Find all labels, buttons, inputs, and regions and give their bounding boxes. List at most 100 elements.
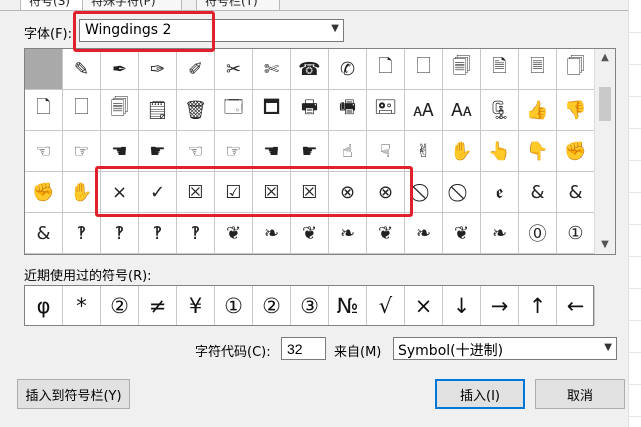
symbol-cell[interactable]: 👇 bbox=[519, 131, 557, 172]
recent-symbol-cell[interactable]: * bbox=[63, 286, 101, 325]
recent-symbol-cell[interactable]: → bbox=[481, 286, 519, 325]
symbol-cell[interactable]: ‽ bbox=[139, 213, 177, 254]
recent-symbol-cell[interactable]: ② bbox=[101, 286, 139, 325]
symbol-cell[interactable]: ① bbox=[557, 213, 595, 254]
insert-to-symbol-bar-button[interactable]: 插入到符号栏(Y) bbox=[17, 379, 130, 409]
from-select[interactable]: Symbol(十进制) ▼ bbox=[393, 337, 617, 360]
symbol-cell[interactable]: ❦ bbox=[291, 213, 329, 254]
chevron-down-icon[interactable]: ▼ bbox=[604, 342, 612, 353]
symbol-cell[interactable]: 🗔 bbox=[215, 90, 253, 131]
symbol-cell[interactable]: ⃠ bbox=[405, 172, 443, 213]
scroll-up-icon[interactable]: ▲ bbox=[595, 49, 615, 67]
symbol-cell[interactable]: ‽ bbox=[177, 213, 215, 254]
symbol-cell[interactable]: 🗎 bbox=[481, 49, 519, 90]
symbol-cell[interactable]: ⃠ bbox=[443, 172, 481, 213]
symbol-cell[interactable]: 🖶 bbox=[291, 90, 329, 131]
symbol-cell[interactable]: ☑ bbox=[215, 172, 253, 213]
symbol-cell[interactable]: ꬲ bbox=[481, 172, 519, 213]
symbol-cell[interactable]: ✒ bbox=[101, 49, 139, 90]
symbol-cell[interactable]: ✆ bbox=[329, 49, 367, 90]
symbol-cell[interactable] bbox=[25, 49, 63, 90]
symbol-cell[interactable]: 🗐 bbox=[443, 49, 481, 90]
cancel-button[interactable]: 取消 bbox=[535, 379, 625, 409]
tab-special-characters[interactable]: 特殊字符(P) bbox=[82, 0, 182, 10]
symbol-cell[interactable]: ✋ bbox=[443, 131, 481, 172]
symbol-cell[interactable]: ☚ bbox=[253, 131, 291, 172]
symbol-cell[interactable]: ❦ bbox=[215, 213, 253, 254]
symbol-cell[interactable]: ☚ bbox=[101, 131, 139, 172]
symbol-cell[interactable]: ☎ bbox=[291, 49, 329, 90]
symbol-cell[interactable]: ❧ bbox=[481, 213, 519, 254]
symbol-cell[interactable]: 🗌 bbox=[63, 90, 101, 131]
symbol-cell[interactable]: 🗋 bbox=[367, 49, 405, 90]
symbol-cell[interactable]: 🖷 bbox=[329, 90, 367, 131]
symbol-cell[interactable]: ❧ bbox=[405, 213, 443, 254]
char-code-input[interactable] bbox=[281, 337, 326, 360]
symbol-cell[interactable]: 🗑 bbox=[177, 90, 215, 131]
recent-symbol-cell[interactable]: ← bbox=[557, 286, 595, 325]
insert-button[interactable]: 插入(I) bbox=[435, 379, 525, 409]
symbol-cell[interactable]: 🗛 bbox=[443, 90, 481, 131]
tab-symbol-bar[interactable]: 符号栏(T) bbox=[196, 0, 280, 10]
symbol-cell[interactable]: 🗜 bbox=[481, 90, 519, 131]
symbol-cell[interactable]: ☛ bbox=[139, 131, 177, 172]
recent-symbol-cell[interactable]: ≠ bbox=[139, 286, 177, 325]
recent-symbol-cell[interactable]: ↑ bbox=[519, 286, 557, 325]
symbol-cell[interactable]: ❦ bbox=[367, 213, 405, 254]
symbol-cell[interactable]: & bbox=[519, 172, 557, 213]
symbol-cell[interactable]: ⊗ bbox=[367, 172, 405, 213]
symbol-cell[interactable]: 🗋 bbox=[25, 90, 63, 131]
symbol-cell[interactable]: ✊ bbox=[25, 172, 63, 213]
scroll-thumb[interactable] bbox=[599, 87, 611, 121]
font-select[interactable]: Wingdings 2 ▼ bbox=[79, 19, 344, 42]
symbol-cell[interactable]: ☛ bbox=[291, 131, 329, 172]
recent-symbol-cell[interactable]: √ bbox=[367, 286, 405, 325]
symbol-cell[interactable]: ❧ bbox=[329, 213, 367, 254]
symbol-cell[interactable]: ⓪ bbox=[519, 213, 557, 254]
symbol-cell[interactable]: ☒ bbox=[253, 172, 291, 213]
symbol-grid-scrollbar[interactable]: ▲ ▼ bbox=[594, 49, 615, 254]
symbol-cell[interactable]: ‽ bbox=[63, 213, 101, 254]
symbol-cell[interactable]: ‽ bbox=[101, 213, 139, 254]
symbol-cell[interactable]: & bbox=[25, 213, 63, 254]
recent-symbol-cell[interactable]: № bbox=[329, 286, 367, 325]
tab-symbols[interactable]: 符号(S) bbox=[20, 0, 86, 10]
symbol-cell[interactable]: 🗒 bbox=[139, 90, 177, 131]
recent-symbol-cell[interactable]: ¥ bbox=[177, 286, 215, 325]
symbol-cell[interactable]: ⊗ bbox=[329, 172, 367, 213]
symbol-cell[interactable]: 🗌 bbox=[405, 49, 443, 90]
symbol-cell[interactable]: ✑ bbox=[139, 49, 177, 90]
symbol-cell[interactable]: 🗚 bbox=[405, 90, 443, 131]
symbol-cell[interactable]: & bbox=[557, 172, 595, 213]
recent-symbol-cell[interactable]: ① bbox=[215, 286, 253, 325]
symbol-cell[interactable]: ✌ bbox=[405, 131, 443, 172]
symbol-cell[interactable]: ☞ bbox=[63, 131, 101, 172]
recent-symbol-cell[interactable]: ③ bbox=[291, 286, 329, 325]
symbol-cell[interactable]: 🗐 bbox=[101, 90, 139, 131]
symbol-cell[interactable]: ☒ bbox=[291, 172, 329, 213]
symbol-cell[interactable]: ☝ bbox=[329, 131, 367, 172]
symbol-cell[interactable]: ☜ bbox=[25, 131, 63, 172]
symbol-cell[interactable]: ☞ bbox=[215, 131, 253, 172]
symbol-cell[interactable]: ❧ bbox=[253, 213, 291, 254]
symbol-cell[interactable]: 👎 bbox=[557, 90, 595, 131]
recent-symbol-cell[interactable]: φ bbox=[25, 286, 63, 325]
symbol-cell[interactable]: ✓ bbox=[139, 172, 177, 213]
symbol-cell[interactable]: ✐ bbox=[177, 49, 215, 90]
symbol-cell[interactable]: 🗏 bbox=[519, 49, 557, 90]
symbol-cell[interactable]: ☜ bbox=[177, 131, 215, 172]
recent-symbol-cell[interactable]: ② bbox=[253, 286, 291, 325]
symbol-cell[interactable]: 🗍 bbox=[557, 49, 595, 90]
symbol-cell[interactable]: ❦ bbox=[443, 213, 481, 254]
symbol-cell[interactable]: ☒ bbox=[177, 172, 215, 213]
symbol-cell[interactable]: 🖭 bbox=[367, 90, 405, 131]
symbol-cell[interactable]: ✂ bbox=[215, 49, 253, 90]
symbol-cell[interactable]: × bbox=[101, 172, 139, 213]
symbol-cell[interactable]: ✊ bbox=[557, 131, 595, 172]
chevron-down-icon[interactable]: ▼ bbox=[331, 23, 339, 34]
symbol-cell[interactable]: 👍 bbox=[519, 90, 557, 131]
scroll-down-icon[interactable]: ▼ bbox=[595, 236, 615, 254]
recent-symbol-cell[interactable]: ↓ bbox=[443, 286, 481, 325]
symbol-cell[interactable]: ✎ bbox=[63, 49, 101, 90]
symbol-cell[interactable]: 👆 bbox=[481, 131, 519, 172]
